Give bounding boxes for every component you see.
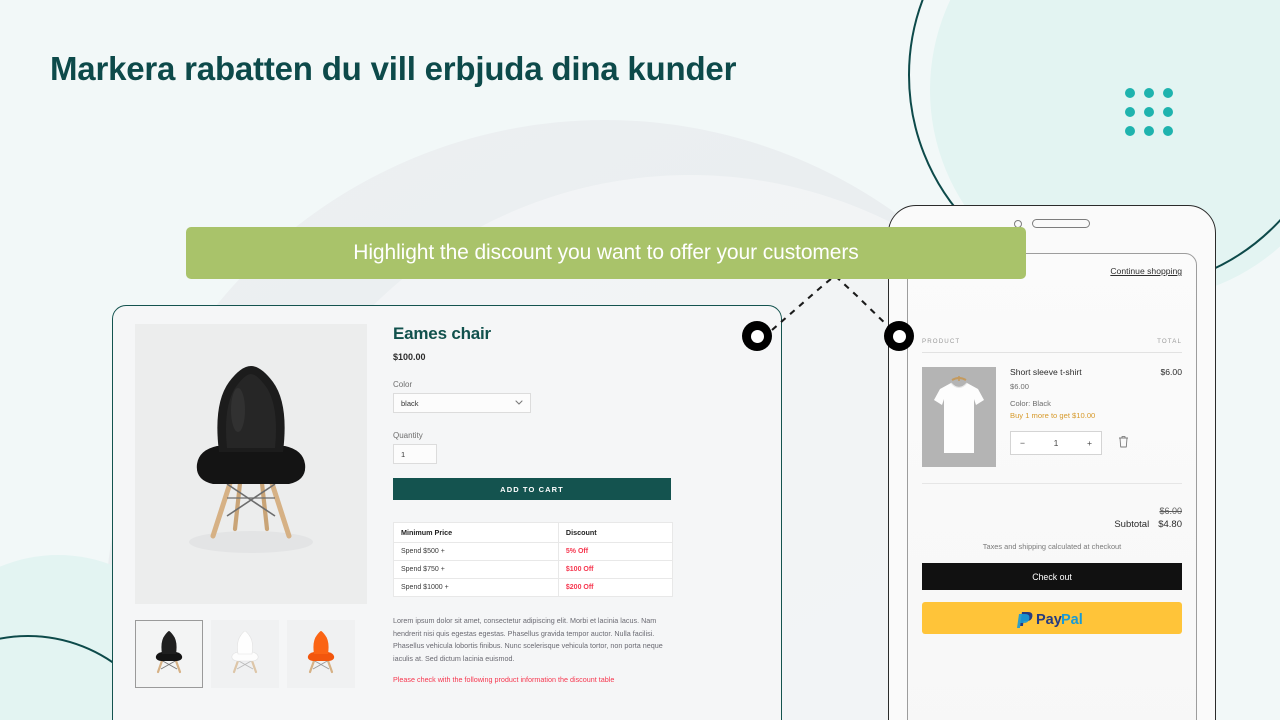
discount-row-min-price: Spend $1000 + [393, 578, 559, 597]
discount-row-value: 5% Off [557, 542, 674, 561]
product-description-highlight: Please check with the following product … [393, 675, 615, 685]
tshirt-illustration [922, 367, 996, 467]
discount-table-header-min-price: Minimum Price [393, 522, 559, 543]
page-title: Markera rabatten du vill erbjuda dina ku… [50, 50, 737, 87]
subtotal-label: Subtotal [1114, 519, 1150, 530]
white-chair-thumb-icon [231, 630, 259, 674]
phone-notch [889, 206, 1215, 228]
orange-chair-thumb-icon [307, 631, 335, 674]
color-select-value: black [401, 398, 419, 408]
svg-text:Pal: Pal [1061, 612, 1083, 628]
cart-column-headers: PRODUCT TOTAL [922, 338, 1182, 353]
discount-table-header-discount: Discount [557, 522, 674, 543]
quantity-decrease-button[interactable]: − [1020, 438, 1025, 448]
table-row: Spend $500 + 5% Off [393, 542, 674, 561]
color-label: Color [393, 380, 413, 389]
discount-table: Minimum Price Discount Spend $500 + 5% O… [393, 522, 674, 597]
table-row: Spend $750 + $100 Off [393, 560, 674, 579]
cart-item-image[interactable] [922, 367, 996, 467]
taxes-note: Taxes and shipping calculated at checkou… [982, 542, 1122, 551]
discount-row-value: $100 Off [557, 560, 674, 579]
product-price: $100.00 [393, 352, 426, 362]
quantity-input[interactable]: 1 [393, 444, 437, 464]
cart-item-name: Short sleeve t-shirt [1010, 367, 1082, 377]
dot-grid-icon [1125, 88, 1173, 136]
checkout-button[interactable]: Check out [922, 563, 1182, 590]
color-select[interactable]: black [393, 393, 531, 413]
chevron-down-icon [515, 400, 523, 405]
subtotal-original-price: $6.00 [1159, 506, 1182, 516]
product-title: Eames chair [393, 324, 491, 343]
thumbnail-black-chair[interactable] [135, 620, 203, 688]
thumbnail-white-chair[interactable] [211, 620, 279, 688]
cart-totals: . $6.00 Subtotal $4.80 Taxes and shippin… [922, 484, 1182, 634]
discount-row-value: $200 Off [557, 578, 674, 597]
add-to-cart-button[interactable]: ADD TO CART [393, 478, 671, 500]
paypal-logo-icon: Pay Pal [1017, 611, 1083, 628]
discount-table-header-row: Minimum Price Discount [393, 522, 674, 543]
cart-item-promo-message: Buy 1 more to get $10.00 [1010, 411, 1096, 420]
cart-line-item: Short sleeve t-shirt $6.00 $6.00 Color: … [922, 353, 1182, 484]
eames-chair-illustration [135, 324, 367, 604]
discount-row-min-price: Spend $750 + [393, 560, 559, 579]
cart-header-total: TOTAL [1157, 338, 1182, 345]
svg-text:Pay: Pay [1036, 612, 1062, 628]
cart-item-line-total: $6.00 [1160, 367, 1182, 377]
desktop-product-page-mockup: Eames chair $100.00 Color black Quantity… [112, 305, 782, 720]
quantity-label: Quantity [393, 431, 423, 440]
phone-speaker-icon [1032, 219, 1090, 228]
product-gallery [135, 324, 367, 688]
cart-item-variant: Color: Black [1010, 399, 1051, 408]
callout-marker-left[interactable] [742, 321, 772, 351]
thumbnail-orange-chair[interactable] [287, 620, 355, 688]
product-info-panel: Eames chair $100.00 Color black Quantity… [367, 324, 759, 688]
paypal-button[interactable]: Pay Pal [922, 602, 1182, 634]
trash-icon-glyph [1119, 436, 1128, 448]
cart-screen: Continue shopping PRODUCT TOTAL Short sl… [907, 253, 1197, 720]
quantity-stepper[interactable]: − 1 + [1010, 431, 1102, 455]
subtotal-discounted-price: $4.80 [1158, 519, 1182, 530]
callout-marker-right[interactable] [884, 321, 914, 351]
product-thumbnail-list [135, 620, 367, 688]
quantity-value: 1 [401, 449, 406, 459]
product-detail-layout: Eames chair $100.00 Color black Quantity… [113, 324, 781, 688]
trash-icon[interactable] [1118, 435, 1129, 451]
discount-row-min-price: Spend $500 + [393, 542, 559, 561]
callout-banner: Highlight the discount you want to offer… [186, 227, 1026, 279]
phone-cart-mockup: Continue shopping PRODUCT TOTAL Short sl… [888, 205, 1216, 720]
quantity-stepper-value: 1 [1053, 438, 1059, 448]
product-description: Lorem ipsum dolor sit amet, consectetur … [393, 616, 663, 663]
cart-item-unit-price: $6.00 [1010, 382, 1030, 391]
product-hero-image[interactable] [135, 324, 367, 604]
table-row: Spend $1000 + $200 Off [393, 578, 674, 597]
cart-header-product: PRODUCT [922, 338, 961, 345]
quantity-increase-button[interactable]: + [1087, 438, 1092, 448]
cart-item-details: Short sleeve t-shirt $6.00 $6.00 Color: … [996, 367, 1182, 467]
black-chair-thumb-icon [155, 631, 183, 674]
